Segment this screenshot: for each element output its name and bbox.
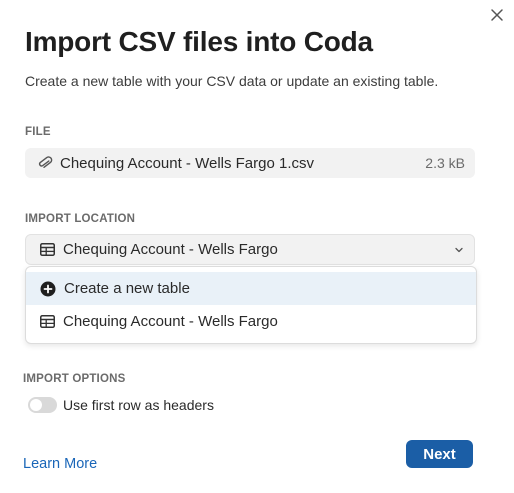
dialog-subtitle: Create a new table with your CSV data or…	[25, 73, 439, 89]
import-options-label: IMPORT OPTIONS	[23, 373, 126, 385]
file-row: Chequing Account - Wells Fargo 1.csv 2.3…	[25, 148, 475, 178]
dialog-title: Import CSV files into Coda	[25, 26, 373, 57]
file-section-label: FILE	[25, 126, 51, 138]
toggle-knob	[30, 399, 42, 411]
option-create-new-table[interactable]: Create a new table	[26, 272, 476, 305]
import-location-value: Chequing Account - Wells Fargo	[63, 241, 278, 258]
chevron-down-icon	[454, 246, 464, 254]
import-location-dropdown: Create a new table Chequing Account - We…	[25, 266, 477, 344]
learn-more-link[interactable]: Learn More	[23, 456, 97, 472]
option-existing-table[interactable]: Chequing Account - Wells Fargo	[26, 305, 476, 338]
import-location-select[interactable]: Chequing Account - Wells Fargo	[25, 234, 475, 265]
next-button[interactable]: Next	[406, 440, 473, 468]
plus-circle-icon	[40, 281, 56, 297]
table-icon	[40, 243, 55, 256]
close-icon	[490, 8, 504, 22]
option-label: Create a new table	[64, 280, 190, 297]
file-name: Chequing Account - Wells Fargo 1.csv	[60, 154, 315, 172]
table-icon	[40, 315, 55, 328]
first-row-headers-row: Use first row as headers	[28, 395, 214, 415]
import-location-label: IMPORT LOCATION	[25, 213, 136, 225]
paperclip-icon	[37, 155, 53, 171]
first-row-headers-toggle[interactable]	[28, 397, 57, 413]
toggle-label: Use first row as headers	[63, 397, 214, 413]
close-button[interactable]	[486, 4, 508, 26]
file-size: 2.3 kB	[425, 155, 465, 171]
option-label: Chequing Account - Wells Fargo	[63, 313, 278, 330]
